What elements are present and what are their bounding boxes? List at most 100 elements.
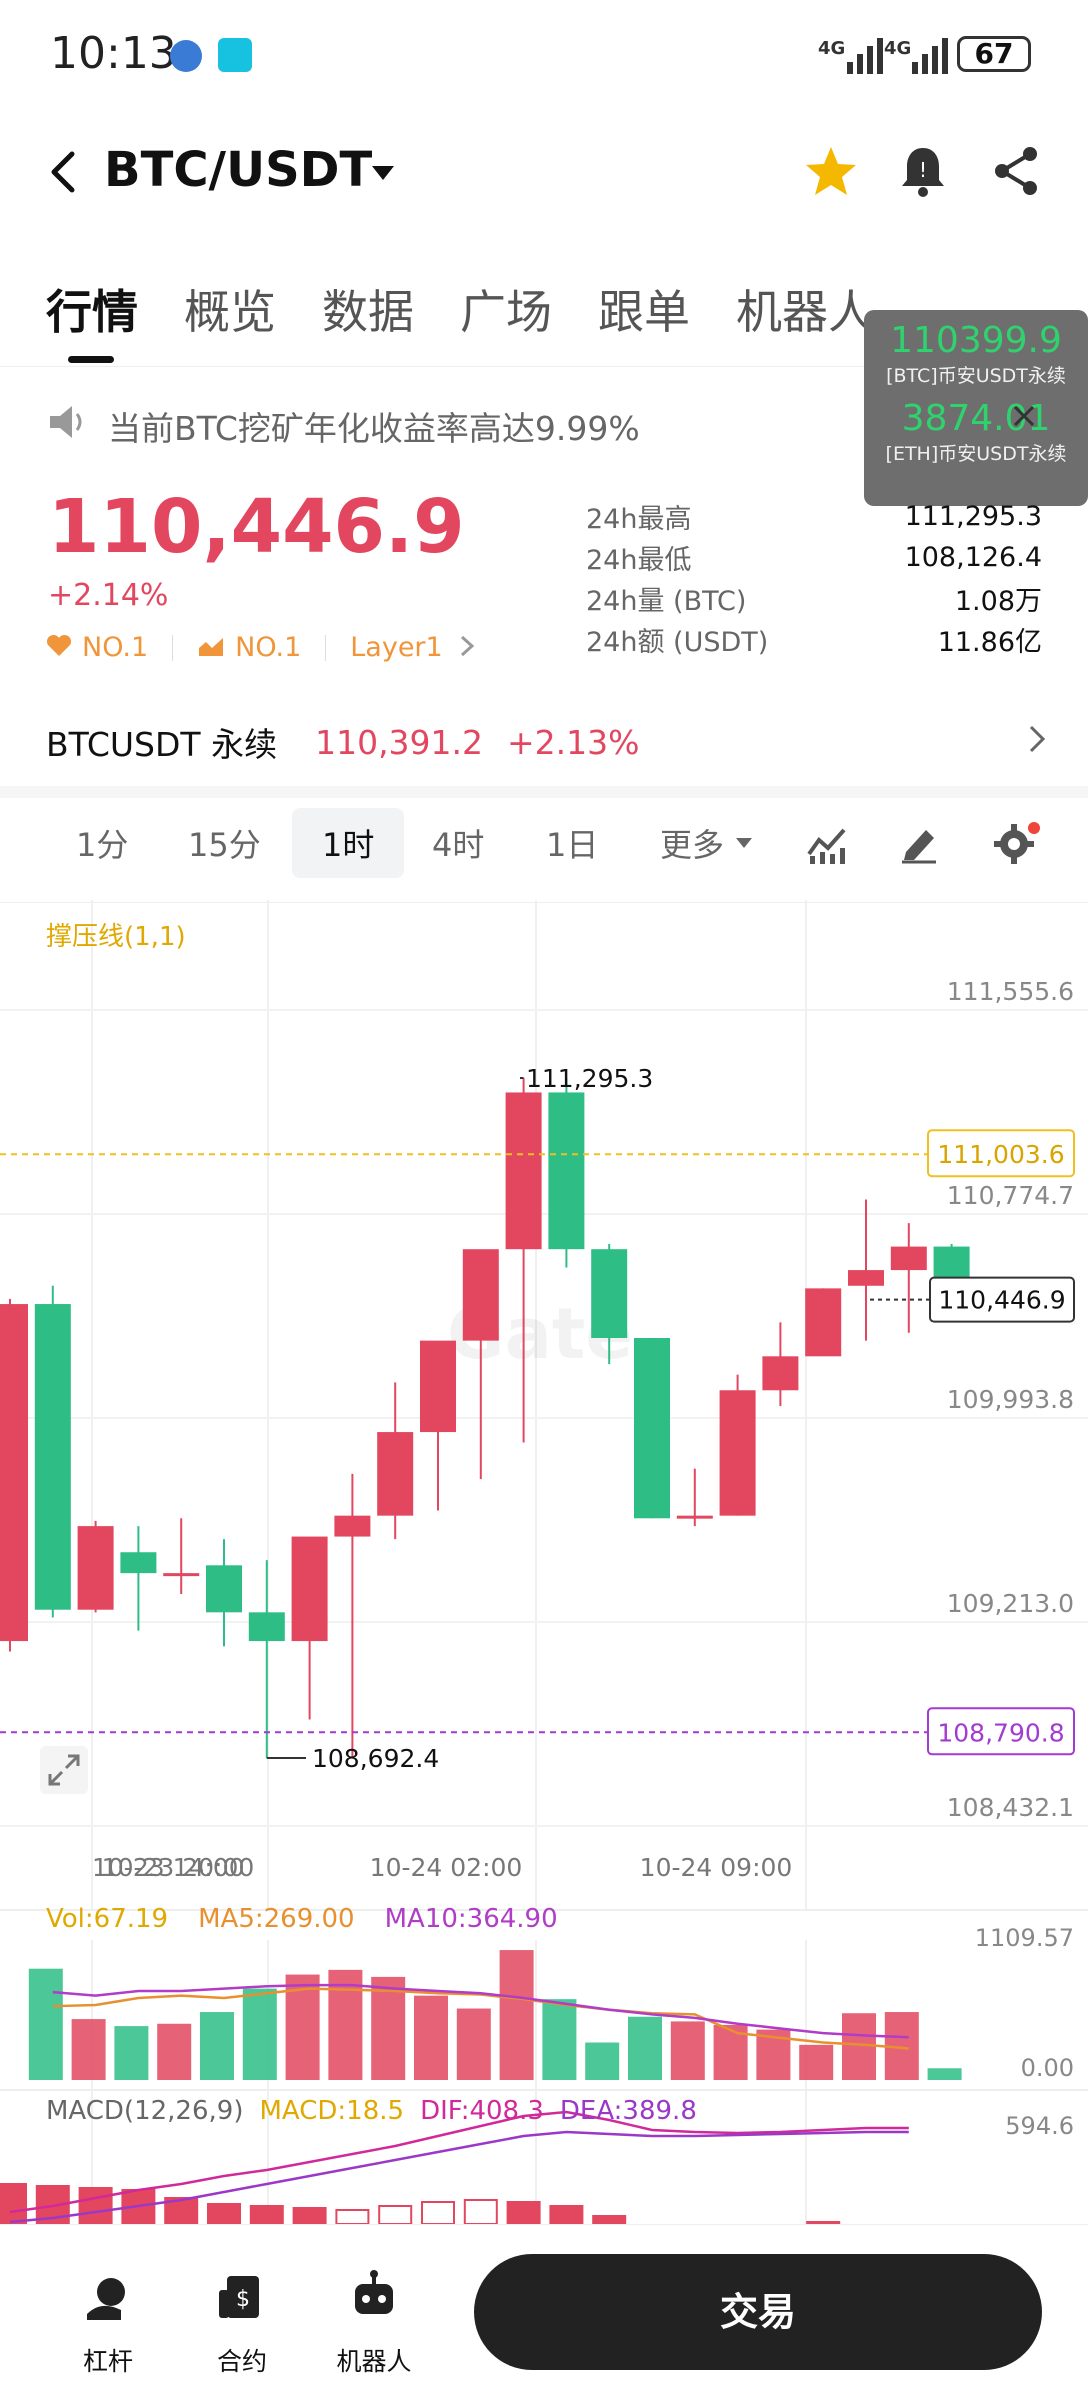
perpetual-name: BTCUSDT 永续 [46,725,278,764]
chart-settings-icon[interactable] [992,820,1042,870]
macd-value: MACD:18.5 [259,2096,405,2126]
last-price: 110,446.9 [48,484,465,570]
tab-bots[interactable]: 机器人 [736,276,874,342]
stat-turnover-label: 24h额 (USDT) [586,627,769,658]
stat-turnover-value: 11.86亿 [937,627,1042,658]
floating-price-widget[interactable]: 110399.9 [BTC]币安USDT永续 3874.01 [ETH]币安US… [864,310,1088,506]
macd-histogram-bar [249,2205,284,2224]
volume-bar [542,1999,577,2080]
volume-bar [114,2026,149,2080]
candle-body [634,1338,670,1519]
volume-bar [456,2008,491,2080]
candle-body [34,1304,71,1610]
nav-futures-label: 合约 [216,2347,267,2376]
share-icon[interactable] [990,144,1042,202]
volume-bar [71,2019,106,2080]
more-dropdown-icon [736,838,753,848]
tag-row: NO.1 NO.1 Layer1 [46,632,475,663]
pair-dropdown-icon[interactable] [370,164,396,186]
perpetual-chevron-icon [1028,723,1046,762]
timeframe-more-label: 更多 [660,826,725,864]
network-4g-label: 4G [818,38,846,59]
timeframe-1h[interactable]: 1时 [322,820,374,866]
tag-rank-1[interactable]: NO.1 [82,632,148,663]
futures-icon: $ [219,2276,259,2318]
macd-histogram-bar [78,2187,113,2224]
dea-value: DEA:389.8 [559,2096,697,2126]
tag-layer1[interactable]: Layer1 [350,632,442,663]
perpetual-row[interactable]: BTCUSDT 永续 110,391.2 +2.13% [46,718,1046,766]
candle-body [163,1573,200,1577]
perpetual-change: +2.13% [507,722,640,762]
stat-low-row: 24h最低 108,126.4 [586,537,1042,578]
app-notification-icon [170,40,202,72]
draw-tool-icon[interactable] [898,822,940,868]
stats-block: 24h最高 111,295.3 24h最低 108,126.4 24h量 (BT… [586,496,1042,660]
candle-body [848,1270,884,1286]
macd-histogram-bar [0,2183,27,2224]
pair-title[interactable]: BTC/USDT [104,142,372,198]
announcement-text[interactable]: 当前BTC挖矿年化收益率高达9.99% [108,402,640,450]
nav-margin[interactable]: 杠杆 [48,2270,168,2378]
tab-data[interactable]: 数据 [322,276,414,342]
indicators-icon[interactable] [806,824,848,868]
price-alert-bell-icon[interactable]: ! [898,144,948,202]
timeframe-15m[interactable]: 15分 [188,820,261,866]
volume-bars: 1109.57 0.00 [28,1924,1074,2082]
volume-bar [670,2021,705,2080]
resistance-label: 111,003.6 [937,1140,1064,1169]
fullscreen-icon[interactable] [40,1746,88,1794]
heart-rank-icon [46,634,72,662]
dif-value: DIF:408.3 [420,2096,544,2126]
candle-body [676,1515,713,1519]
status-time: 10:13 [50,28,177,79]
timeframe-more[interactable]: 更多 [660,820,754,866]
candle-body [377,1432,414,1516]
tab-square[interactable]: 广场 [460,276,552,342]
tab-copy-trading[interactable]: 跟单 [598,276,690,342]
nav-futures[interactable]: $ 合约 [182,2270,302,2378]
stat-high-row: 24h最高 111,295.3 [586,496,1042,537]
widget-eth-price: 3874.01 [901,398,1051,439]
volume-bar [799,2044,834,2080]
network-4g-label-2: 4G [884,38,912,59]
macd-histogram-bar [506,2201,541,2224]
back-button[interactable] [44,148,84,196]
tag-rank-2[interactable]: NO.1 [235,632,301,663]
robot-icon [355,2270,393,2314]
tag-divider-2 [325,634,327,661]
macd-title: MACD(12,26,9) [46,2096,244,2126]
app-notification-icon-2 [218,38,252,72]
favorite-star-icon[interactable] [804,144,858,202]
svg-text:$: $ [236,2287,250,2312]
timeframe-1d[interactable]: 1日 [546,820,598,866]
stat-volume-label: 24h量 (BTC) [586,586,747,617]
nav-margin-label: 杠杆 [82,2347,133,2376]
trade-button[interactable]: 交易 [474,2254,1042,2370]
widget-close-icon[interactable] [1012,404,1036,432]
tab-market[interactable]: 行情 [46,276,138,342]
candle-body [591,1249,628,1339]
svg-text:!: ! [919,158,927,182]
chevron-right-icon[interactable] [459,634,475,662]
volume-bar [242,1988,277,2080]
price-tick-label: 109,213.0 [947,1589,1074,1618]
indicator-label[interactable]: 撑压线(1,1) [46,916,186,953]
macd-histogram-bar [335,2209,370,2224]
volume-bar [628,2016,662,2080]
volume-bar [414,1995,448,2080]
volume-bar [28,1968,63,2080]
ma5-value: MA5:269.00 [198,1904,355,1934]
candle-body [805,1288,842,1357]
timeframe-1m[interactable]: 1分 [76,820,128,866]
stat-turnover-row: 24h额 (USDT) 11.86亿 [586,619,1042,660]
tab-overview[interactable]: 概览 [184,276,276,342]
battery-indicator: 67 [957,36,1031,72]
candlestick-chart[interactable]: 10-23 14:0010-23 20:00 10-24 02:00 10-24 0… [0,900,1088,2224]
widget-btc-price: 110399.9 [890,320,1062,361]
nav-bots[interactable]: 机器人 [314,2270,434,2378]
timeframe-4h[interactable]: 4时 [432,820,484,866]
stat-high-value: 111,295.3 [904,501,1042,532]
candle-body [762,1356,799,1391]
time-tick-label: 10-24 09:00 [640,1853,793,1882]
